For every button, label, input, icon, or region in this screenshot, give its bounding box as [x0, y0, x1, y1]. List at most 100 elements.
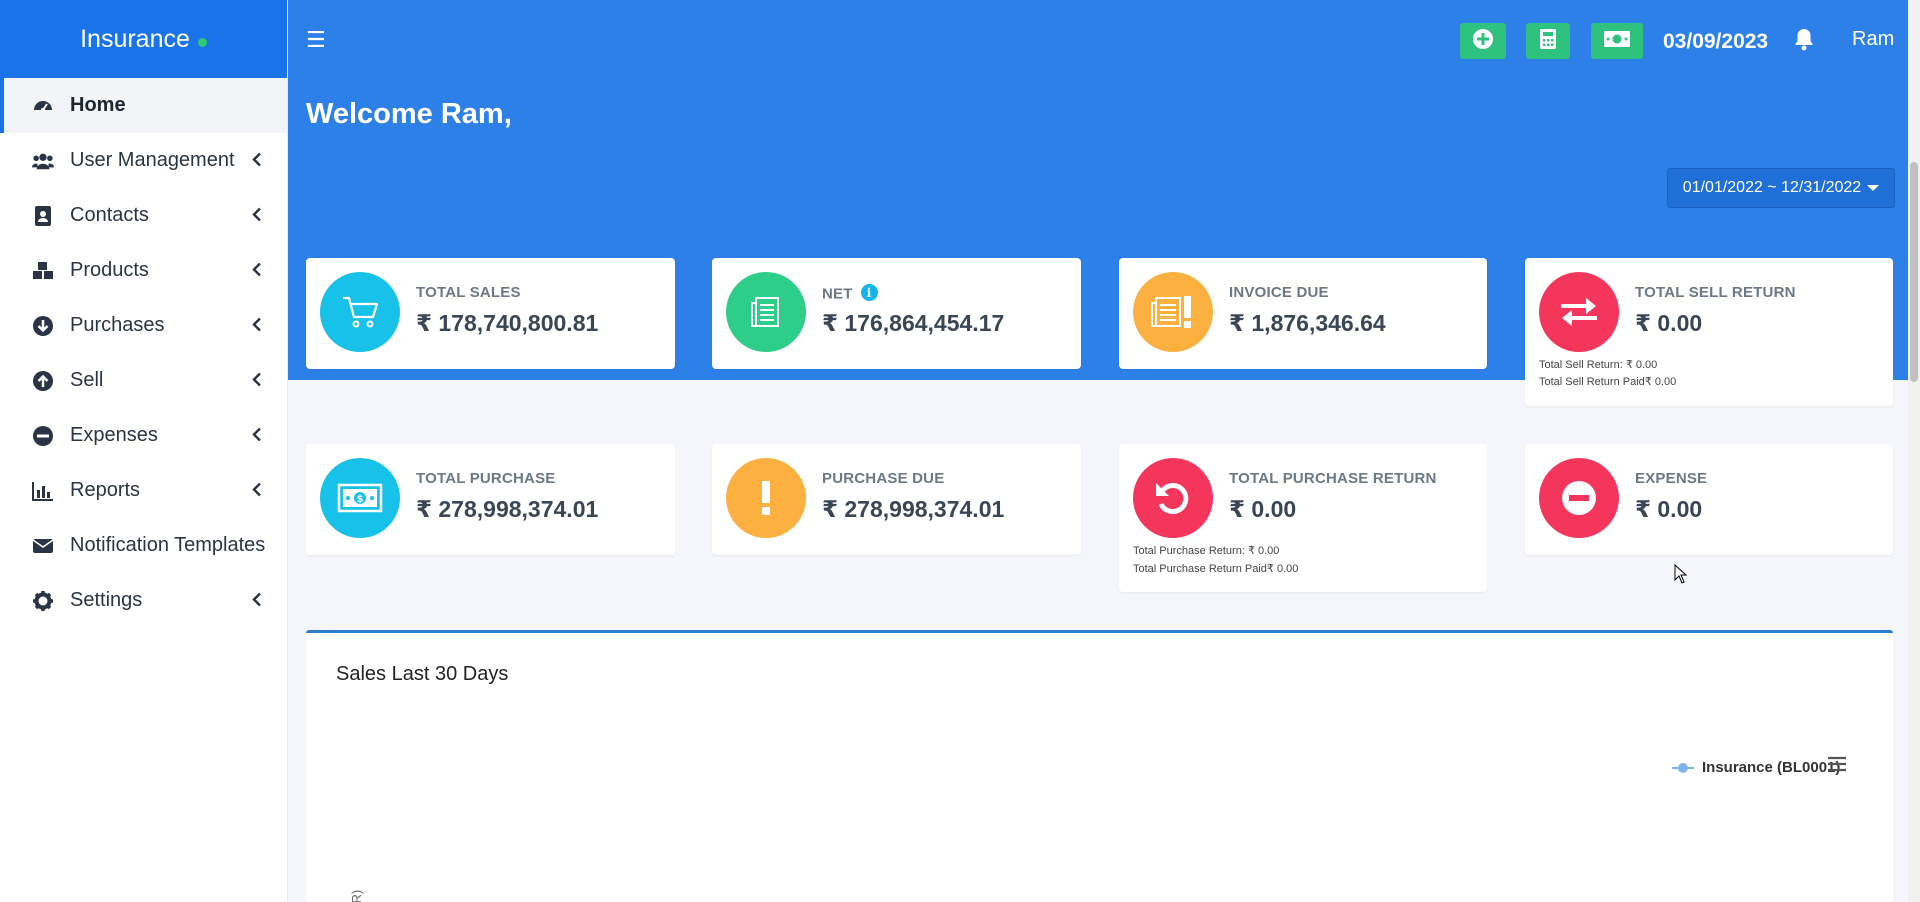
total-sales-card: TOTAL SALES ₹ 178,740,800.81 — [306, 258, 675, 369]
dashboard-icon — [32, 95, 54, 117]
address-book-icon — [32, 205, 54, 227]
chevron-left-icon — [252, 259, 261, 282]
card-value: ₹ 178,740,800.81 — [416, 310, 599, 336]
sidebar-item-label: User Management — [70, 149, 235, 171]
sidebar-item-user-management[interactable]: User Management — [0, 133, 287, 188]
cash-register-button[interactable] — [1591, 23, 1643, 59]
date-range-label: 01/01/2022 ~ 12/31/2022 — [1682, 179, 1862, 196]
card-label-text: NET — [822, 285, 853, 303]
sidebar-item-label: Notification Templates — [70, 534, 266, 556]
arrow-circle-down-icon — [32, 315, 54, 337]
card-sub-total: Total Sell Return: ₹ 0.00 — [1539, 359, 1658, 371]
sidebar: Insurance Home User Management Contacts — [0, 0, 288, 902]
sidebar-item-products[interactable]: Products — [0, 243, 287, 298]
money-icon — [1603, 30, 1631, 53]
chart-legend-item[interactable]: Insurance (BL0001) — [1672, 759, 1840, 776]
plus-circle-icon — [1472, 28, 1494, 55]
y-axis-label: IR) — [349, 889, 365, 902]
sidebar-item-label: Contacts — [70, 204, 149, 226]
total-purchase-card: $ TOTAL PURCHASE ₹ 278,998,374.01 — [306, 444, 675, 555]
card-sub-paid: Total Sell Return Paid₹ 0.00 — [1539, 376, 1677, 388]
add-button[interactable] — [1460, 23, 1506, 59]
card-value: ₹ 0.00 — [1635, 310, 1703, 336]
chevron-left-icon — [252, 314, 261, 337]
chevron-left-icon — [252, 149, 261, 172]
card-label: PURCHASE DUE — [822, 470, 945, 487]
date-range-filter[interactable]: 01/01/2022 ~ 12/31/2022 — [1667, 168, 1895, 208]
card-sub-paid: Total Purchase Return Paid₹ 0.00 — [1133, 563, 1299, 575]
user-menu[interactable]: Ram — [1852, 28, 1894, 51]
sidebar-item-contacts[interactable]: Contacts — [0, 188, 287, 243]
hamburger-menu-icon[interactable]: ☰ — [306, 27, 326, 53]
sidebar-item-label: Expenses — [70, 424, 158, 446]
current-date: 03/09/2023 — [1663, 30, 1769, 53]
chevron-left-icon — [252, 204, 261, 227]
brand-logo[interactable]: Insurance — [0, 0, 287, 78]
gear-icon — [32, 590, 54, 612]
sidebar-item-label: Home — [70, 94, 126, 116]
calculator-button[interactable] — [1526, 23, 1570, 59]
scrollbar-thumb[interactable] — [1910, 162, 1918, 382]
legend-label: Insurance (BL0001) — [1702, 759, 1841, 776]
sidebar-item-settings[interactable]: Settings — [0, 573, 287, 628]
arrow-circle-up-icon — [32, 370, 54, 392]
card-value: ₹ 278,998,374.01 — [416, 496, 599, 522]
sidebar-item-sell[interactable]: Sell — [0, 353, 287, 408]
card-label: INVOICE DUE — [1229, 284, 1329, 301]
sidebar-item-label: Products — [70, 259, 149, 281]
bell-icon[interactable] — [1793, 27, 1815, 56]
welcome-heading: Welcome Ram, — [306, 98, 512, 130]
card-label: TOTAL SALES — [416, 284, 521, 301]
card-label: TOTAL PURCHASE — [416, 470, 556, 487]
sidebar-item-label: Settings — [70, 589, 143, 611]
total-purchase-return-card: TOTAL PURCHASE RETURN ₹ 0.00 Total Purch… — [1119, 444, 1487, 592]
card-label: TOTAL PURCHASE RETURN — [1229, 470, 1437, 487]
exchange-icon — [1539, 272, 1619, 352]
card-label: NET i — [822, 284, 878, 303]
card-label: TOTAL SELL RETURN — [1635, 284, 1796, 301]
topbar: ☰ 03/09/2023 Ram — [288, 0, 1920, 78]
bar-chart-icon — [32, 480, 54, 502]
card-label: EXPENSE — [1635, 470, 1708, 487]
chevron-left-icon — [252, 369, 261, 392]
mouse-cursor-icon — [1674, 563, 1688, 589]
chevron-left-icon — [252, 424, 261, 447]
panel-title: Sales Last 30 Days — [336, 663, 509, 685]
sidebar-item-label: Purchases — [70, 314, 165, 336]
chevron-left-icon — [252, 589, 261, 612]
money-bill-icon: $ — [320, 458, 400, 538]
purchase-due-card: PURCHASE DUE ₹ 278,998,374.01 — [712, 444, 1081, 555]
sidebar-item-notification-templates[interactable]: Notification Templates — [0, 518, 287, 573]
sidebar-item-home[interactable]: Home — [0, 78, 287, 133]
sidebar-item-expenses[interactable]: Expenses — [0, 408, 287, 463]
info-icon[interactable]: i — [860, 284, 878, 301]
chart-context-menu-icon[interactable] — [1826, 755, 1848, 778]
sidebar-item-reports[interactable]: Reports — [0, 463, 287, 518]
cubes-icon — [32, 260, 54, 282]
sidebar-item-purchases[interactable]: Purchases — [0, 298, 287, 353]
minus-circle-icon — [1539, 458, 1619, 538]
exclamation-icon — [726, 458, 806, 538]
svg-text:$: $ — [357, 494, 364, 505]
invoice-alert-icon — [1133, 272, 1213, 352]
card-value: ₹ 1,876,346.64 — [1229, 310, 1386, 336]
expense-card: EXPENSE ₹ 0.00 — [1525, 444, 1893, 555]
legend-marker-icon — [1672, 762, 1694, 773]
users-icon — [32, 150, 54, 172]
chevron-left-icon — [252, 479, 261, 502]
calculator-icon — [1539, 28, 1557, 55]
shopping-cart-icon — [320, 272, 400, 352]
page-scrollbar[interactable] — [1908, 0, 1920, 902]
card-value: ₹ 0.00 — [1229, 496, 1297, 522]
sidebar-menu: Home User Management Contacts Products P… — [0, 78, 287, 628]
sidebar-item-label: Sell — [70, 369, 104, 391]
status-dot — [197, 37, 207, 47]
card-value: ₹ 278,998,374.01 — [822, 496, 1005, 522]
net-card: NET i ₹ 176,864,454.17 — [712, 258, 1081, 369]
caret-down-icon — [1867, 185, 1880, 191]
card-value: ₹ 0.00 — [1635, 496, 1703, 522]
brand-name: Insurance — [80, 24, 190, 53]
sidebar-item-label: Reports — [70, 479, 141, 501]
invoice-due-card: INVOICE DUE ₹ 1,876,346.64 — [1119, 258, 1487, 369]
card-value: ₹ 176,864,454.17 — [822, 310, 1005, 336]
